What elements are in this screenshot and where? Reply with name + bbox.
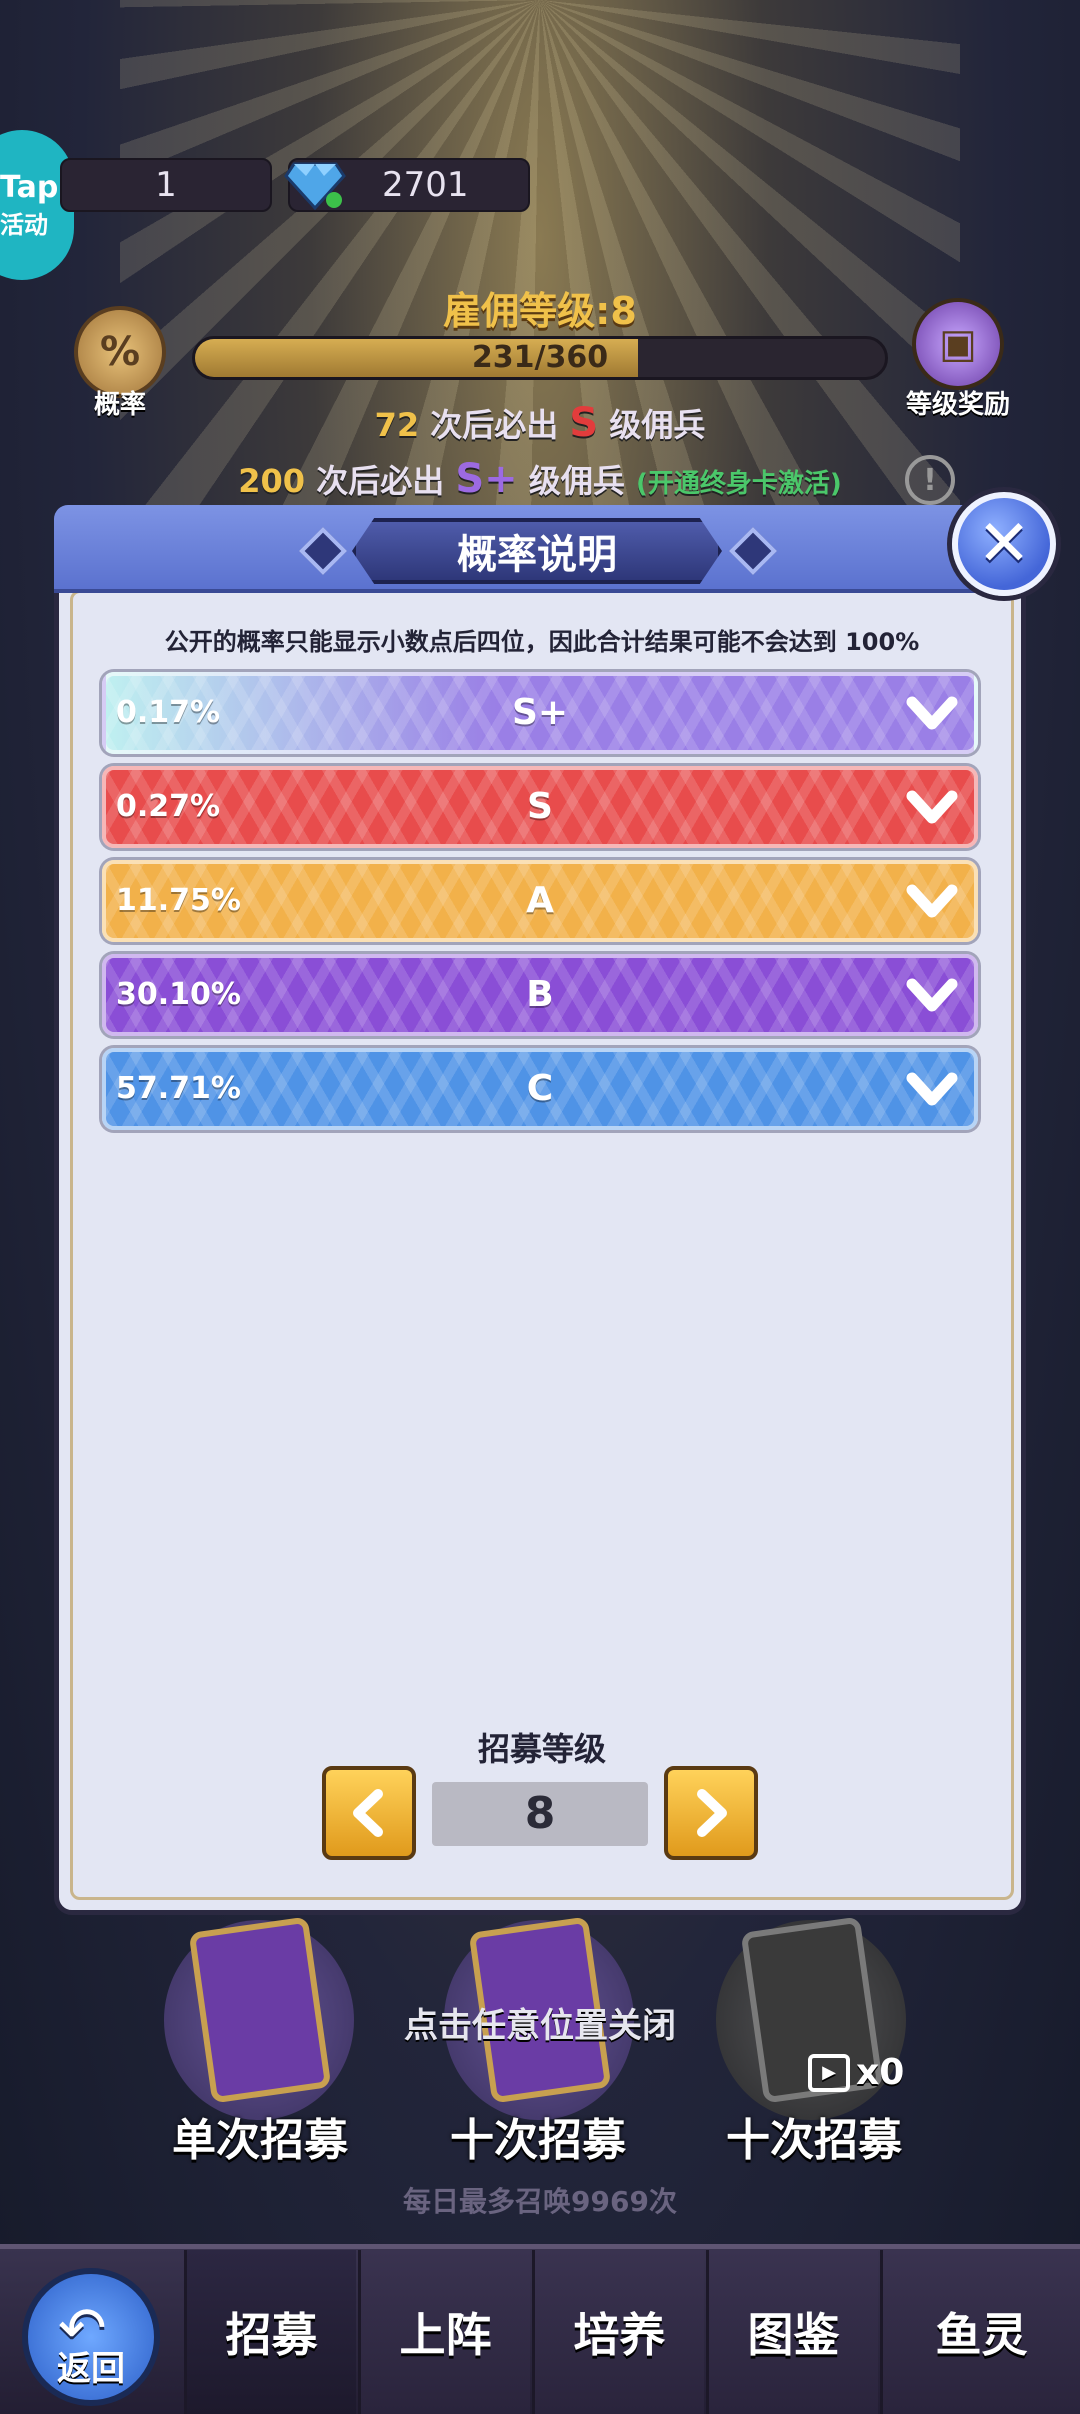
diamond-count: 2701 bbox=[382, 165, 469, 205]
chevron-down-icon[interactable] bbox=[904, 872, 960, 928]
video-play-icon: ▶ bbox=[808, 2053, 850, 2092]
tap-badge-line1: Tap bbox=[0, 170, 59, 205]
chest-icon[interactable]: ▣ bbox=[912, 298, 1004, 390]
nav-fish-spirit-label: 鱼灵 bbox=[935, 2308, 1028, 2362]
nav-train[interactable]: 培养 bbox=[532, 2250, 704, 2414]
chevron-down-icon[interactable] bbox=[904, 684, 960, 740]
ad-counter: ▶ x0 bbox=[808, 2052, 904, 2093]
pity-s-grade: S bbox=[569, 400, 599, 446]
nav-lineup-label: 上阵 bbox=[399, 2308, 492, 2362]
probability-row-b[interactable]: 30.10% B bbox=[102, 954, 978, 1036]
nav-lineup[interactable]: 上阵 bbox=[358, 2250, 530, 2414]
pity-line-s: 72 次后必出 S 级佣兵 bbox=[0, 400, 1080, 446]
pity-splus-grade: S+ bbox=[455, 456, 518, 502]
level-progress-text: 231/360 bbox=[471, 340, 609, 375]
modal-title-text: 概率说明 bbox=[457, 532, 617, 578]
single-draw-button[interactable]: 单次招募 bbox=[140, 2104, 380, 2168]
probability-row-c[interactable]: 57.71% C bbox=[102, 1048, 978, 1130]
tap-to-close-hint: 点击任意位置关闭 bbox=[404, 2006, 676, 2046]
row-grade: A bbox=[526, 880, 554, 921]
pity-s-count: 72 bbox=[374, 406, 420, 444]
pity-splus-note: (开通终身卡激活) bbox=[635, 469, 842, 499]
info-icon[interactable]: ! bbox=[905, 455, 955, 505]
nav-codex[interactable]: 图鉴 bbox=[706, 2250, 878, 2414]
close-icon: ✕ bbox=[977, 507, 1031, 581]
tap-badge-line2: 活动 bbox=[0, 211, 48, 239]
nav-train-label: 培养 bbox=[573, 2308, 666, 2362]
row-grade: S+ bbox=[511, 692, 569, 733]
probability-row-a[interactable]: 11.75% A bbox=[102, 860, 978, 942]
pity-s-pre: 次后必出 bbox=[430, 406, 559, 444]
ad-count: x0 bbox=[856, 2052, 905, 2093]
recruit-level-value: 8 bbox=[432, 1782, 648, 1846]
probability-note: 公开的概率只能显示小数点后四位，因此合计结果可能不会达到 100% bbox=[164, 628, 920, 656]
back-button[interactable]: ↶ 返回 bbox=[22, 2268, 160, 2406]
nav-recruit[interactable]: 招募 bbox=[184, 2250, 356, 2414]
pity-splus-pre: 次后必出 bbox=[316, 462, 445, 500]
nav-codex-label: 图鉴 bbox=[747, 2308, 840, 2362]
modal-title: 概率说明 bbox=[352, 518, 722, 584]
close-button[interactable]: ✕ bbox=[952, 492, 1056, 596]
chevron-down-icon[interactable] bbox=[904, 1060, 960, 1116]
probability-row-s[interactable]: 0.27% S bbox=[102, 766, 978, 848]
chevron-left-icon bbox=[353, 1789, 383, 1837]
diamond-icon bbox=[284, 152, 346, 212]
ten-draw-ad-button[interactable]: 十次招募 bbox=[694, 2104, 934, 2168]
row-grade: B bbox=[526, 974, 554, 1015]
nav-fish-spirit[interactable]: 鱼灵 bbox=[880, 2250, 1080, 2414]
back-arrow-icon: ↶ bbox=[58, 2294, 107, 2362]
chevron-down-icon[interactable] bbox=[904, 778, 960, 834]
daily-limit-text: 每日最多召唤9969次 bbox=[403, 2185, 677, 2218]
level-prev-button[interactable] bbox=[322, 1766, 416, 1860]
resource-box: 1 bbox=[60, 158, 272, 212]
chevron-down-icon[interactable] bbox=[904, 966, 960, 1022]
nav-recruit-label: 招募 bbox=[225, 2308, 318, 2362]
pity-splus-count: 200 bbox=[238, 462, 306, 500]
chevron-right-icon bbox=[697, 1789, 727, 1837]
recruit-level-label: 招募等级 bbox=[477, 1730, 606, 1768]
pity-splus-post: 级佣兵 bbox=[528, 462, 625, 500]
row-grade: S bbox=[527, 786, 553, 827]
level-next-button[interactable] bbox=[664, 1766, 758, 1860]
ten-draw-button[interactable]: 十次招募 bbox=[418, 2104, 658, 2168]
resource-count: 1 bbox=[155, 165, 177, 205]
pity-s-post: 级佣兵 bbox=[609, 406, 706, 444]
probability-row-s-plus[interactable]: 0.17% S+ bbox=[102, 672, 978, 754]
row-grade: C bbox=[526, 1068, 554, 1109]
